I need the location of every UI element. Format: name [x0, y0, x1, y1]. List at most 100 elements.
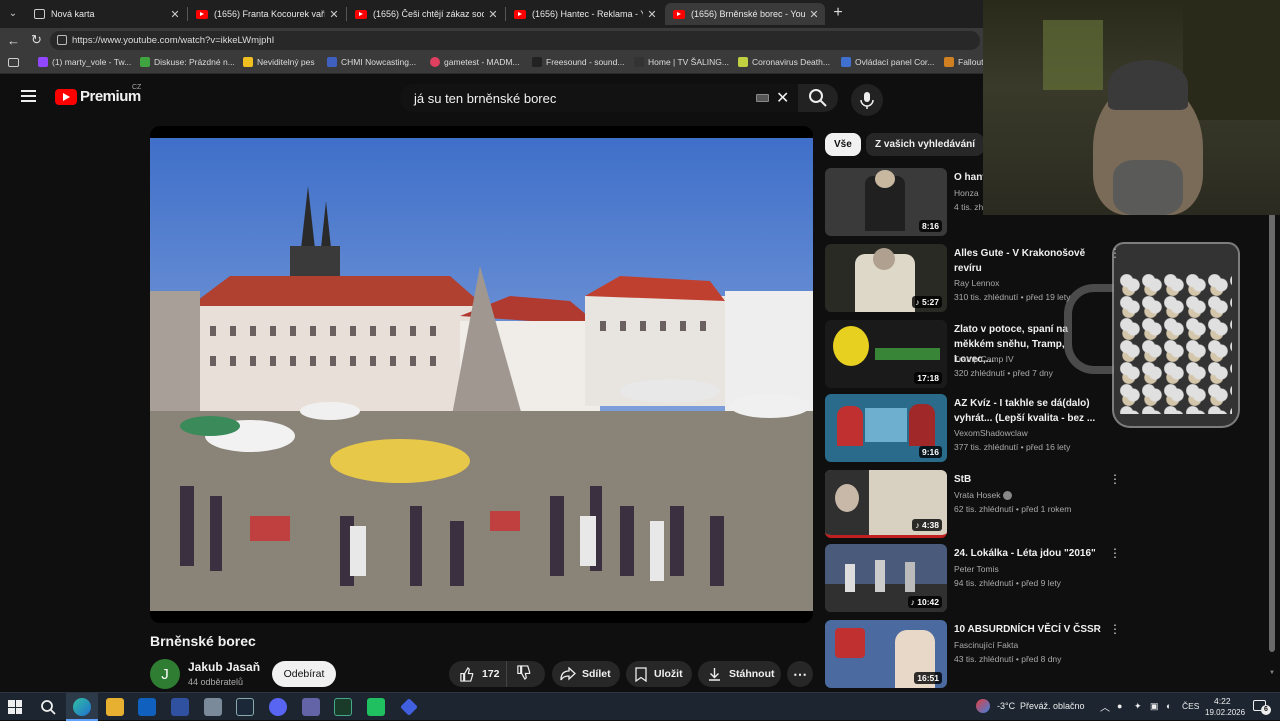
- search-icon[interactable]: [40, 699, 56, 715]
- search-input[interactable]: já su ten brněnské borec ✕: [400, 84, 798, 112]
- close-icon[interactable]: ✕: [807, 8, 821, 21]
- video-thumbnail[interactable]: 8:16: [825, 168, 947, 236]
- file-explorer-icon[interactable]: [106, 698, 124, 716]
- close-icon[interactable]: ✕: [486, 8, 500, 21]
- youtube-logo-icon[interactable]: [55, 89, 77, 105]
- bookmark-item[interactable]: Diskuse: Prázdné n...: [140, 57, 235, 67]
- reading-list-icon[interactable]: [8, 58, 19, 67]
- tab-franta[interactable]: (1656) Franta Kocourek vaří hantec ✕: [188, 3, 345, 25]
- tab-list-button[interactable]: ⌄: [6, 8, 20, 20]
- list-item[interactable]: 9:16 AZ Kvíz - I takhle se dá(dalo) vyhr…: [825, 394, 1125, 464]
- video-thumbnail[interactable]: 9:16: [825, 394, 947, 462]
- cup-handle: [1064, 284, 1114, 374]
- microphone-tray-icon[interactable]: ●: [1117, 701, 1122, 711]
- bookmarks-bar: (1) marty_vole - Tw... Diskuse: Prázdné …: [0, 52, 984, 74]
- tab-label: Nová karta: [51, 9, 95, 19]
- list-item[interactable]: ♪ 10:42 24. Lokálka - Léta jdou "2016" P…: [825, 544, 1125, 614]
- video-title: 24. Lokálka - Léta jdou "2016": [954, 548, 1096, 559]
- terminal-icon[interactable]: [334, 698, 352, 716]
- weather-text[interactable]: Převáž. oblačno: [1020, 701, 1085, 711]
- discord-icon[interactable]: [269, 698, 287, 716]
- app2-icon[interactable]: [400, 698, 418, 716]
- chip-from-searches[interactable]: Z vašich vyhledávání: [866, 133, 985, 156]
- like-button[interactable]: 172: [449, 661, 507, 687]
- tab-new[interactable]: Nová karta ✕: [26, 3, 186, 25]
- avatar[interactable]: J: [150, 659, 180, 689]
- notification-count: 6: [1261, 705, 1271, 715]
- clear-search-icon[interactable]: ✕: [776, 88, 789, 108]
- security-icon[interactable]: ▣: [1150, 701, 1159, 712]
- chart-icon: [738, 57, 748, 67]
- bluetooth-icon[interactable]: ✦: [1134, 701, 1142, 712]
- new-tab-button[interactable]: +: [830, 5, 846, 21]
- subscribe-button[interactable]: Odebírat: [272, 661, 336, 687]
- close-icon[interactable]: ✕: [645, 8, 659, 21]
- url-field[interactable]: https://www.youtube.com/watch?v=ikkeLWmj…: [50, 31, 980, 50]
- tab-label: (1656) Hantec - Reklama - YouTube: [532, 9, 643, 19]
- bookmark-item[interactable]: Freesound - sound...: [532, 57, 624, 67]
- outlook-icon[interactable]: [138, 698, 156, 716]
- tray-expand-icon[interactable]: ︿: [1100, 699, 1110, 714]
- clock-date[interactable]: 19.02.2026: [1205, 708, 1245, 717]
- channel-name: Honza: [954, 188, 979, 198]
- network-icon[interactable]: ◐: [1166, 701, 1171, 711]
- bookmark-item[interactable]: Home | TV ŠALING...: [634, 57, 729, 67]
- site-info-icon[interactable]: [57, 35, 67, 45]
- start-button[interactable]: [8, 700, 22, 714]
- tab-hantec[interactable]: (1656) Hantec - Reklama - YouTube ✕: [506, 3, 663, 25]
- bookmark-item[interactable]: gametest - MADM...: [430, 57, 520, 67]
- channel-name[interactable]: Jakub Jasaň: [188, 660, 260, 674]
- thumbs-up-icon: [460, 666, 474, 682]
- bookmark-item[interactable]: Coronavirus Death...: [738, 57, 830, 67]
- scroll-down-arrow[interactable]: ▼: [1268, 670, 1276, 678]
- video-thumbnail[interactable]: 16:51: [825, 620, 947, 688]
- more-options-icon[interactable]: ⋮: [1109, 472, 1121, 486]
- voice-search-button[interactable]: [851, 84, 883, 116]
- save-button[interactable]: Uložit: [626, 661, 692, 687]
- clock-time[interactable]: 4:22: [1214, 696, 1231, 706]
- back-icon[interactable]: ←: [7, 33, 20, 48]
- more-options-icon[interactable]: ⋮: [1109, 622, 1121, 636]
- video-thumbnail[interactable]: ♪ 4:38: [825, 470, 947, 538]
- more-options-icon[interactable]: ⋮: [1109, 546, 1121, 560]
- list-item[interactable]: ♪ 4:38 StB Vrata Hosek 62 tis. zhlédnutí…: [825, 470, 1125, 540]
- share-button[interactable]: Sdílet: [552, 661, 620, 687]
- bookmark-item[interactable]: Neviditelný pes: [243, 57, 315, 67]
- close-icon[interactable]: ✕: [327, 8, 341, 21]
- dislike-button[interactable]: [507, 665, 531, 683]
- search-button[interactable]: [798, 84, 838, 112]
- tab-brnenske[interactable]: (1656) Brněnské borec - YouTube ✕: [665, 3, 825, 25]
- weather-temp[interactable]: -3°C: [997, 701, 1015, 711]
- tab-cesi[interactable]: (1656) Češi chtějí zákaz sociálních ✕: [347, 3, 504, 25]
- bookmark-item[interactable]: Fallout: [944, 57, 984, 67]
- chip-all[interactable]: Vše: [825, 133, 861, 156]
- teams-icon[interactable]: [302, 698, 320, 716]
- save-app-icon[interactable]: [171, 698, 189, 716]
- windows-taskbar: -3°C Převáž. oblačno ︿ ● ✦ ▣ ◐ ČES 4:22 …: [0, 692, 1280, 721]
- video-player[interactable]: [150, 126, 813, 623]
- weather-icon[interactable]: [976, 699, 990, 713]
- bookmark-item[interactable]: Ovládací panel Cor...: [841, 57, 934, 67]
- youtube-icon: [514, 9, 526, 19]
- notepad-icon[interactable]: [204, 698, 222, 716]
- edge-taskbar-item[interactable]: [66, 693, 98, 721]
- more-actions-button[interactable]: ⋯: [787, 661, 813, 687]
- bookmark-item[interactable]: CHMI Nowcasting...: [327, 57, 416, 67]
- channel-name: Tramp Camp IV: [954, 354, 1014, 364]
- tv-icon: [634, 57, 644, 67]
- app-icon[interactable]: [367, 698, 385, 716]
- keyboard-icon[interactable]: [756, 94, 769, 102]
- bookmark-item[interactable]: (1) marty_vole - Tw...: [38, 57, 131, 67]
- duration-badge: ♪ 5:27: [912, 296, 942, 308]
- steam-icon[interactable]: [236, 698, 254, 716]
- channel-name: Ray Lennox: [954, 278, 1000, 288]
- reload-icon[interactable]: ↻: [31, 32, 42, 48]
- menu-icon[interactable]: [21, 90, 36, 102]
- language-indicator[interactable]: ČES: [1182, 701, 1199, 711]
- video-thumbnail[interactable]: 17:18: [825, 320, 947, 388]
- video-thumbnail[interactable]: ♪ 5:27: [825, 244, 947, 312]
- close-icon[interactable]: ✕: [168, 8, 182, 21]
- list-item[interactable]: 16:51 10 ABSURDNÍCH VĚCÍ V ČSSR Fascinuj…: [825, 620, 1125, 690]
- download-button[interactable]: Stáhnout: [698, 661, 781, 687]
- video-thumbnail[interactable]: ♪ 10:42: [825, 544, 947, 612]
